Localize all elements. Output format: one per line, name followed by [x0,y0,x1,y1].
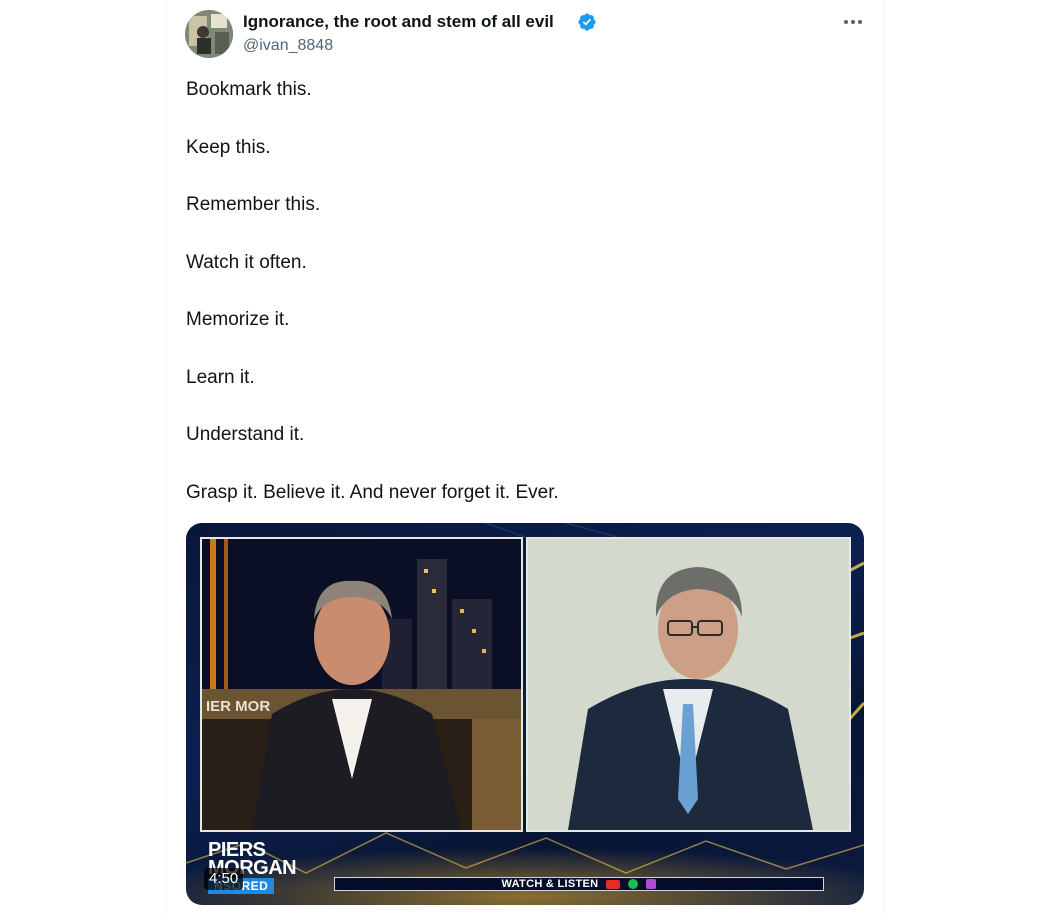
tweet-line: Memorize it. [186,309,290,330]
tweet-line: Remember this. [186,194,321,215]
tweet-text: Bookmark this. Keep this. Remember this.… [186,77,856,537]
tweet-line: Bookmark this. [186,79,312,100]
tweet-line: Grasp it. Believe it. And never forget i… [186,481,559,503]
tweet-line: Watch it often. [186,251,307,273]
left-video-panel: IER MOR [200,537,523,832]
author-handle[interactable]: @ivan_8848 [243,36,333,56]
spotify-icon [628,879,639,889]
right-video-panel [526,537,851,832]
host-frame: IER MOR [202,539,521,830]
author-display-name[interactable]: Ignorance, the root and stem of all evil [243,11,554,33]
more-options-button[interactable] [838,10,868,34]
watch-listen-banner: WATCH & LISTEN [334,877,824,891]
tweet-line: Keep this. [186,136,271,158]
studio-sign: IER MOR [206,698,270,715]
youtube-icon [606,879,621,889]
more-horizontal-icon [844,20,862,24]
video-duration: 4:50 [204,868,244,890]
guest-frame [528,539,849,830]
author-avatar[interactable] [185,10,233,58]
tweet-line: Learn it. [186,366,255,388]
watch-listen-label: WATCH & LISTEN [501,878,599,890]
verified-badge-icon[interactable] [577,12,597,32]
video-player[interactable]: IER MOR PIERS MORGAN NSORED WATCH & LI [186,523,864,905]
podcasts-icon [646,879,657,889]
tweet-line: Understand it. [186,424,305,445]
